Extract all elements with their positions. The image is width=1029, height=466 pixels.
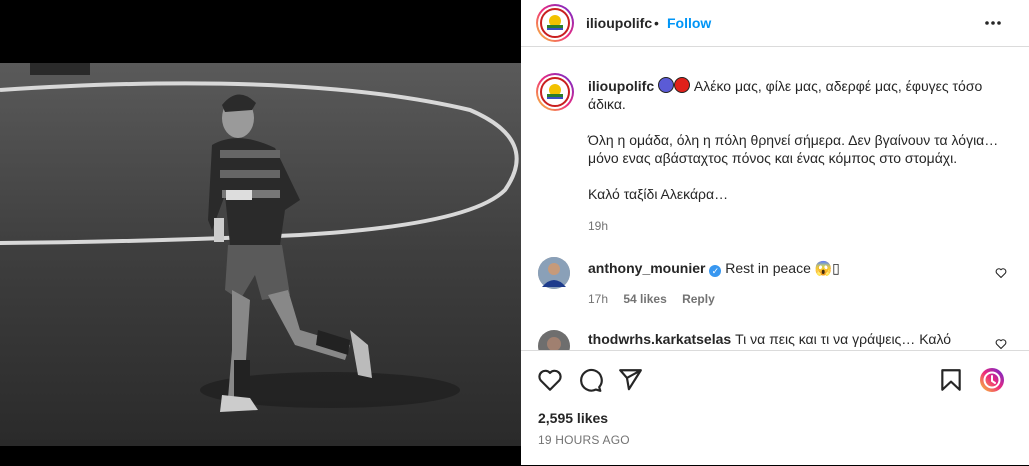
caption-para2-line1: Όλη η ομάδα, όλη η πόλη θρηνεί σήμερα. Δ… bbox=[588, 132, 999, 148]
red-circle-emoji bbox=[674, 77, 690, 93]
header-separator: • bbox=[654, 15, 659, 31]
header-username[interactable]: ilioupolifc bbox=[586, 15, 652, 31]
comment-1-meta: 17h 54 likes Reply bbox=[588, 292, 715, 306]
comment-time: 17h bbox=[588, 292, 609, 306]
verified-badge-icon: ✓ bbox=[709, 265, 722, 277]
post-caption: ilioupolifc Αλέκο μας, φίλε μας, αδερφέ … bbox=[588, 77, 1018, 235]
like-comment-heart-icon[interactable] bbox=[995, 267, 1007, 279]
post-header: ilioupolifc • Follow bbox=[521, 0, 1029, 47]
post-sidebar: ilioupolifc • Follow ilioupolifc Αλέκο μ… bbox=[521, 0, 1029, 465]
caption-para3: Καλό ταξίδι Αλεκάρα… bbox=[588, 186, 729, 202]
caption-avatar[interactable] bbox=[536, 73, 574, 111]
caption-para2-line2: μόνο ενας αβάσταχτος πόνος και ένας κόμπ… bbox=[588, 150, 958, 166]
user-photo-icon bbox=[538, 257, 570, 289]
comment-username[interactable]: anthony_mounier bbox=[588, 260, 705, 276]
comment-username[interactable]: thodwrhs.karkatselas bbox=[588, 331, 731, 347]
post-time-ago[interactable]: 19 HOURS AGO bbox=[538, 433, 630, 447]
post-photo bbox=[0, 0, 521, 465]
comment-avatar[interactable] bbox=[538, 257, 570, 289]
follow-button[interactable]: Follow bbox=[667, 15, 711, 31]
likes-count[interactable]: 2,595 likes bbox=[538, 410, 608, 426]
reply-button[interactable]: Reply bbox=[682, 292, 715, 306]
comment-avatar-2[interactable] bbox=[538, 330, 570, 350]
blue-circle-emoji bbox=[658, 77, 674, 93]
reels-remix-icon[interactable] bbox=[979, 367, 1005, 393]
comment-2: thodwrhs.karkatselas Τι να πεις και τι ν… bbox=[588, 331, 951, 349]
comment-text: Τι να πεις και τι να γράψεις… Καλό bbox=[735, 331, 952, 347]
comment-icon[interactable] bbox=[577, 367, 603, 393]
more-horizontal-icon[interactable] bbox=[984, 16, 1002, 30]
caption-line-1: Αλέκο μας, φίλε μας, αδερφέ μας, έφυγες … bbox=[693, 78, 983, 94]
football-player-photo bbox=[0, 0, 521, 465]
save-bookmark-icon[interactable] bbox=[938, 367, 964, 393]
avatar[interactable] bbox=[536, 4, 574, 42]
share-icon[interactable] bbox=[617, 367, 643, 393]
caption-time: 19h bbox=[588, 219, 609, 233]
club-logo-icon bbox=[540, 8, 570, 38]
comment-likes[interactable]: 54 likes bbox=[623, 292, 666, 306]
comment-1: anthony_mounier ✓ Rest in peace 😱▯ bbox=[588, 260, 840, 277]
post-actions bbox=[521, 350, 1029, 466]
caption-username[interactable]: ilioupolifc bbox=[588, 78, 654, 94]
like-heart-icon[interactable] bbox=[537, 367, 563, 393]
comment-text: Rest in peace 😱▯ bbox=[725, 260, 840, 276]
club-logo-icon bbox=[540, 77, 570, 107]
user-photo-icon bbox=[538, 330, 570, 350]
caption-line-2: άδικα. bbox=[588, 96, 626, 112]
like-comment-heart-icon[interactable] bbox=[995, 338, 1007, 350]
